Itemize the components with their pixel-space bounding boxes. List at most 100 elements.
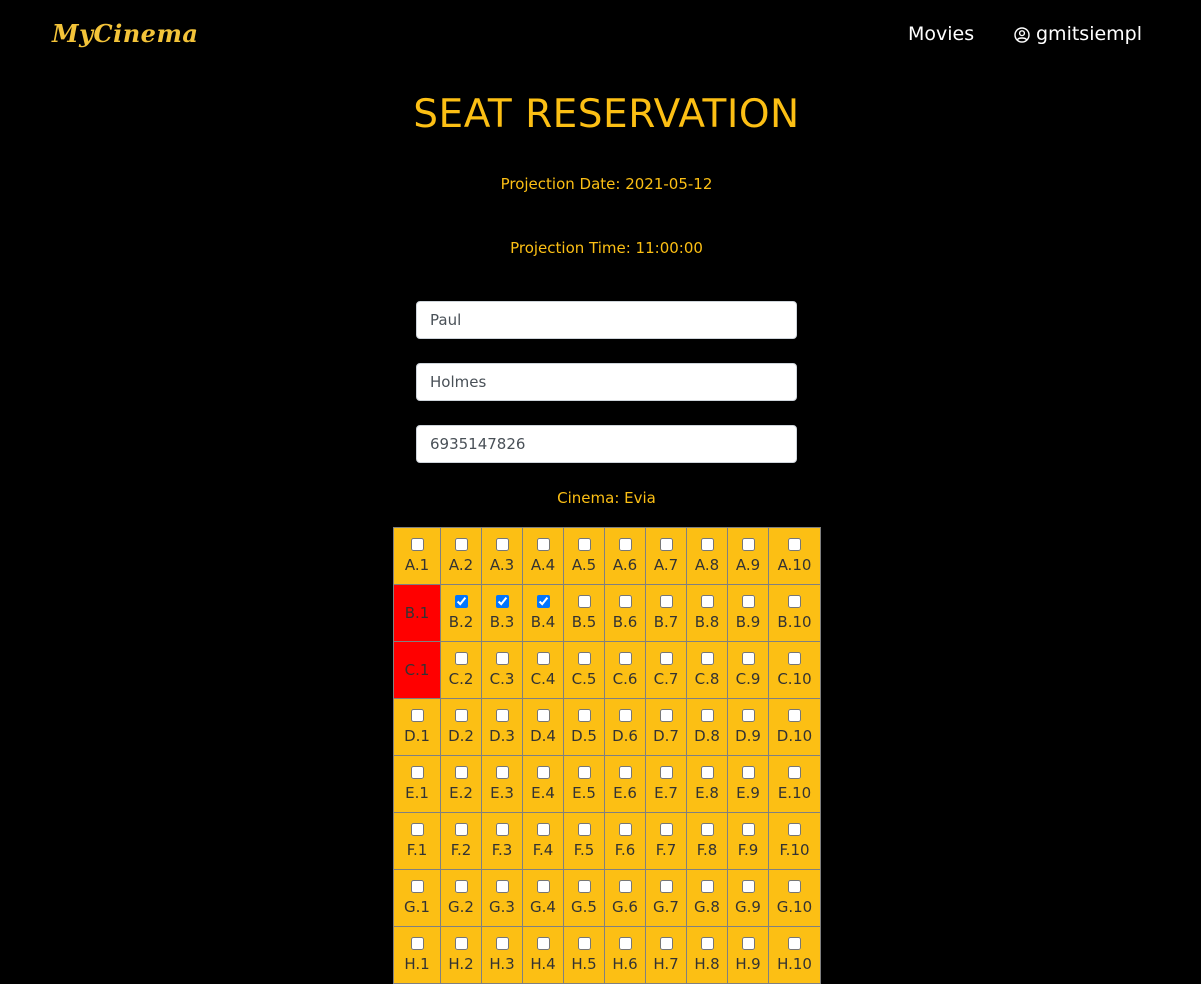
seat-checkbox[interactable] [659, 880, 673, 893]
seat-checkbox[interactable] [788, 937, 801, 950]
seat-cell[interactable]: E.10 [768, 755, 821, 813]
seat-cell[interactable]: H.1 [393, 926, 441, 984]
seat-cell[interactable]: F.7 [645, 812, 687, 870]
seat-cell[interactable]: E.7 [645, 755, 687, 813]
first-name-input[interactable] [416, 301, 797, 339]
seat-checkbox[interactable] [618, 880, 632, 893]
seat-checkbox[interactable] [454, 880, 468, 893]
seat-checkbox[interactable] [700, 937, 714, 950]
seat-cell[interactable]: E.2 [440, 755, 482, 813]
seat-cell[interactable]: H.10 [768, 926, 821, 984]
seat-checkbox[interactable] [577, 823, 591, 836]
seat-cell[interactable]: B.8 [686, 584, 728, 642]
seat-cell[interactable]: G.8 [686, 869, 728, 927]
seat-cell[interactable]: G.4 [522, 869, 564, 927]
seat-cell[interactable]: B.9 [727, 584, 769, 642]
seat-checkbox[interactable] [410, 823, 424, 836]
seat-cell[interactable]: E.3 [481, 755, 523, 813]
seat-cell[interactable]: F.3 [481, 812, 523, 870]
seat-cell[interactable]: E.4 [522, 755, 564, 813]
seat-cell[interactable]: A.5 [563, 527, 605, 585]
seat-cell[interactable]: C.8 [686, 641, 728, 699]
seat-checkbox[interactable] [618, 595, 632, 608]
seat-cell[interactable]: D.4 [522, 698, 564, 756]
seat-cell[interactable]: A.10 [768, 527, 821, 585]
seat-checkbox[interactable] [700, 823, 714, 836]
seat-checkbox[interactable] [454, 538, 468, 551]
seat-cell[interactable]: H.9 [727, 926, 769, 984]
seat-checkbox[interactable] [741, 766, 755, 779]
seat-checkbox[interactable] [618, 937, 632, 950]
seat-cell[interactable]: D.8 [686, 698, 728, 756]
seat-cell[interactable]: H.4 [522, 926, 564, 984]
seat-cell[interactable]: H.6 [604, 926, 646, 984]
seat-cell[interactable]: B.10 [768, 584, 821, 642]
seat-checkbox[interactable] [454, 937, 468, 950]
seat-checkbox[interactable] [788, 709, 801, 722]
seat-checkbox[interactable] [618, 538, 632, 551]
seat-checkbox[interactable] [788, 538, 801, 551]
seat-checkbox[interactable] [577, 709, 591, 722]
seat-checkbox[interactable] [410, 937, 424, 950]
seat-checkbox[interactable] [659, 595, 673, 608]
seat-cell[interactable]: C.10 [768, 641, 821, 699]
seat-cell[interactable]: A.2 [440, 527, 482, 585]
phone-input[interactable] [416, 425, 797, 463]
seat-cell[interactable]: C.6 [604, 641, 646, 699]
seat-checkbox[interactable] [741, 538, 755, 551]
seat-cell[interactable]: D.2 [440, 698, 482, 756]
seat-cell[interactable]: G.10 [768, 869, 821, 927]
seat-checkbox[interactable] [495, 595, 509, 608]
seat-checkbox[interactable] [577, 766, 591, 779]
seat-checkbox[interactable] [659, 709, 673, 722]
seat-cell[interactable]: G.7 [645, 869, 687, 927]
seat-checkbox[interactable] [577, 595, 591, 608]
seat-checkbox[interactable] [495, 538, 509, 551]
seat-checkbox[interactable] [788, 595, 801, 608]
seat-cell[interactable]: D.9 [727, 698, 769, 756]
seat-cell[interactable]: F.5 [563, 812, 605, 870]
nav-movies-link[interactable]: Movies [908, 23, 974, 45]
seat-checkbox[interactable] [454, 766, 468, 779]
seat-checkbox[interactable] [700, 538, 714, 551]
seat-checkbox[interactable] [700, 880, 714, 893]
seat-cell[interactable]: A.3 [481, 527, 523, 585]
seat-checkbox[interactable] [536, 538, 550, 551]
seat-checkbox[interactable] [536, 937, 550, 950]
user-menu[interactable]: gmitsiempl [1014, 23, 1142, 45]
seat-cell[interactable]: H.2 [440, 926, 482, 984]
seat-checkbox[interactable] [536, 652, 550, 665]
seat-checkbox[interactable] [454, 652, 468, 665]
seat-cell[interactable]: G.5 [563, 869, 605, 927]
seat-cell[interactable]: F.6 [604, 812, 646, 870]
seat-checkbox[interactable] [659, 766, 673, 779]
seat-cell[interactable]: G.6 [604, 869, 646, 927]
seat-cell[interactable]: H.5 [563, 926, 605, 984]
seat-cell[interactable]: B.4 [522, 584, 564, 642]
seat-cell[interactable]: E.5 [563, 755, 605, 813]
seat-checkbox[interactable] [495, 937, 509, 950]
seat-checkbox[interactable] [741, 823, 755, 836]
seat-cell[interactable]: C.2 [440, 641, 482, 699]
seat-checkbox[interactable] [788, 880, 801, 893]
seat-cell[interactable]: D.3 [481, 698, 523, 756]
seat-cell[interactable]: G.1 [393, 869, 441, 927]
seat-checkbox[interactable] [618, 823, 632, 836]
seat-cell[interactable]: E.8 [686, 755, 728, 813]
seat-checkbox[interactable] [454, 823, 468, 836]
seat-checkbox[interactable] [577, 652, 591, 665]
seat-checkbox[interactable] [741, 709, 755, 722]
seat-cell[interactable]: F.2 [440, 812, 482, 870]
seat-cell[interactable]: D.7 [645, 698, 687, 756]
seat-checkbox[interactable] [788, 766, 801, 779]
seat-checkbox[interactable] [659, 652, 673, 665]
seat-cell[interactable]: F.8 [686, 812, 728, 870]
seat-cell[interactable]: B.7 [645, 584, 687, 642]
seat-cell[interactable]: H.7 [645, 926, 687, 984]
seat-checkbox[interactable] [577, 880, 591, 893]
brand-logo[interactable]: MyCinema [52, 19, 198, 48]
seat-cell[interactable]: C.5 [563, 641, 605, 699]
seat-cell[interactable]: D.5 [563, 698, 605, 756]
seat-checkbox[interactable] [410, 880, 424, 893]
seat-cell[interactable]: B.2 [440, 584, 482, 642]
